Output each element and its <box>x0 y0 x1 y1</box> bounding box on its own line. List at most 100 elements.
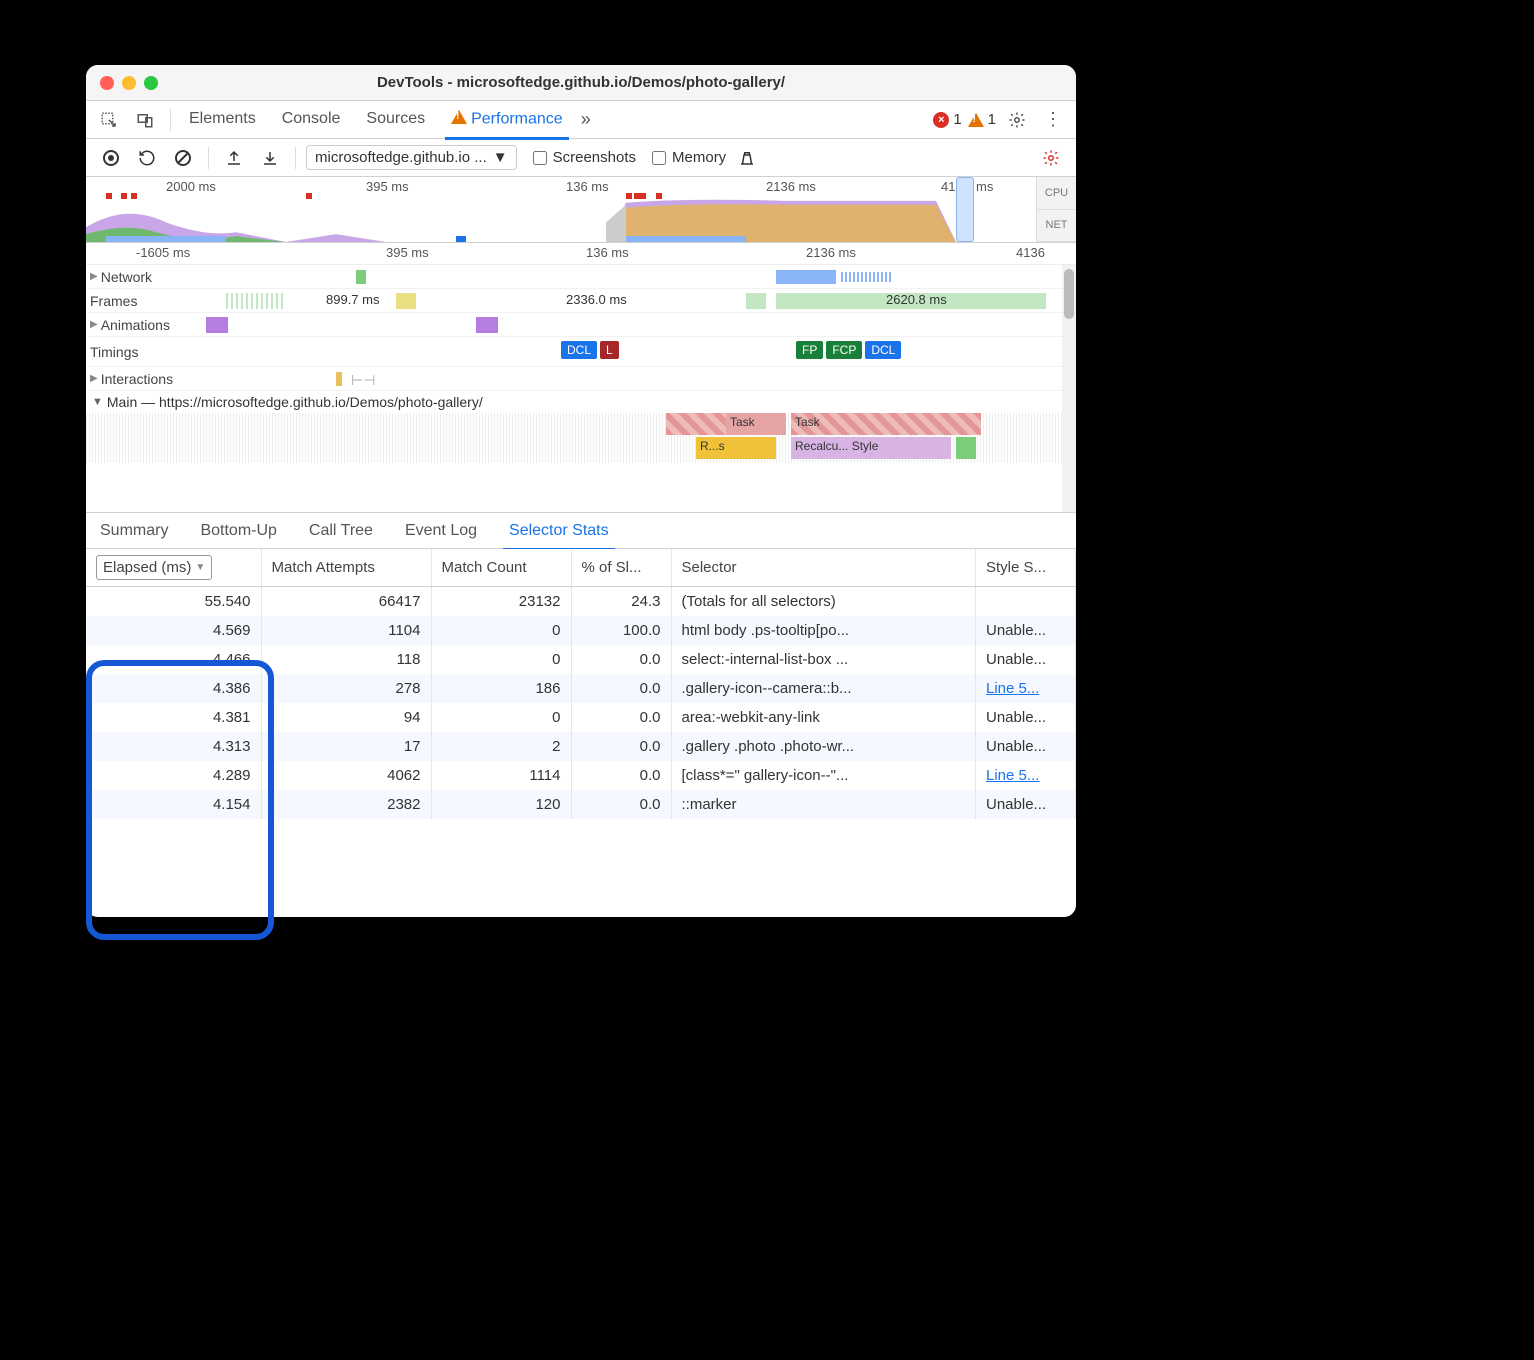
track-main-header[interactable]: ▼ Main — https://microsoftedge.github.io… <box>86 391 1076 413</box>
cell-pct: 0.0 <box>571 790 671 819</box>
cell-selector: area:-webkit-any-link <box>671 703 976 732</box>
reload-button[interactable] <box>132 143 162 173</box>
cell-selector: html body .ps-tooltip[po... <box>671 616 976 645</box>
cell-elapsed: 55.540 <box>86 587 261 617</box>
tab-event-log[interactable]: Event Log <box>403 516 479 546</box>
col-stylesheet[interactable]: Style S... <box>976 549 1076 587</box>
capture-settings-icon[interactable] <box>1036 143 1066 173</box>
window-title: DevTools - microsoftedge.github.io/Demos… <box>86 74 1076 91</box>
table-row[interactable]: 4.3131720.0.gallery .photo .photo-wr...U… <box>86 732 1076 761</box>
table-row[interactable]: 4.46611800.0select:-internal-list-box ..… <box>86 645 1076 674</box>
tab-bottom-up[interactable]: Bottom-Up <box>198 516 278 546</box>
cell-selector: select:-internal-list-box ... <box>671 645 976 674</box>
maximize-icon[interactable] <box>144 76 158 90</box>
inspect-icon[interactable] <box>94 105 124 135</box>
record-button[interactable] <box>96 143 126 173</box>
top-tabs: Elements Console Sources Performance <box>187 104 565 135</box>
devtools-window: DevTools - microsoftedge.github.io/Demos… <box>86 65 1076 917</box>
minimize-icon[interactable] <box>122 76 136 90</box>
cell-elapsed: 4.569 <box>86 616 261 645</box>
error-icon: × <box>933 112 949 128</box>
cell-stylesheet: Unable... <box>976 790 1076 819</box>
overview-handle-right[interactable] <box>956 177 974 242</box>
tracks-scrollbar[interactable] <box>1062 265 1076 512</box>
sort-desc-icon: ▼ <box>195 562 205 573</box>
tab-performance[interactable]: Performance <box>449 104 565 135</box>
collect-garbage-icon[interactable] <box>732 143 762 173</box>
cell-attempts: 4062 <box>261 761 431 790</box>
table-row[interactable]: 4.3862781860.0.gallery-icon--camera::b..… <box>86 674 1076 703</box>
disclosure-open-icon[interactable]: ▼ <box>92 396 103 408</box>
col-pct[interactable]: % of Sl... <box>571 549 671 587</box>
title-bar: DevTools - microsoftedge.github.io/Demos… <box>86 65 1076 101</box>
cell-stylesheet: Unable... <box>976 703 1076 732</box>
flame-chart[interactable]: Task Task R...s Recalcu... Style <box>86 413 1076 463</box>
cell-pct: 0.0 <box>571 732 671 761</box>
table-row[interactable]: 4.15423821200.0::markerUnable... <box>86 790 1076 819</box>
col-attempts[interactable]: Match Attempts <box>261 549 431 587</box>
track-timings[interactable]: Timings DCLL FPFCPDCL LCPL <box>86 337 1076 367</box>
flame-rs: R...s <box>696 437 776 459</box>
overview-graph <box>86 193 1036 242</box>
error-count[interactable]: × 1 <box>933 111 961 128</box>
settings-icon[interactable] <box>1002 105 1032 135</box>
cell-attempts: 94 <box>261 703 431 732</box>
cell-selector: [class*=" gallery-icon--"... <box>671 761 976 790</box>
tab-sources[interactable]: Sources <box>364 104 427 135</box>
disclosure-icon[interactable]: ▶ <box>90 271 98 282</box>
cell-stylesheet: Unable... <box>976 645 1076 674</box>
close-icon[interactable] <box>100 76 114 90</box>
overview-side-labels: CPU NET <box>1036 177 1076 242</box>
cell-stylesheet[interactable]: Line 5... <box>976 674 1076 703</box>
memory-checkbox[interactable]: Memory <box>652 149 726 166</box>
cell-attempts: 118 <box>261 645 431 674</box>
track-frames[interactable]: Frames 899.7 ms 2336.0 ms 2620.8 ms <box>86 289 1076 313</box>
tab-console[interactable]: Console <box>280 104 343 135</box>
cell-count: 0 <box>431 616 571 645</box>
clear-button[interactable] <box>168 143 198 173</box>
cell-count: 1114 <box>431 761 571 790</box>
cell-pct: 24.3 <box>571 587 671 617</box>
cell-count: 186 <box>431 674 571 703</box>
track-interactions[interactable]: ▶Interactions ⊢⊣ <box>86 367 1076 391</box>
cell-count: 23132 <box>431 587 571 617</box>
flame-chart-area[interactable]: -1605 ms 395 ms 136 ms 2136 ms 4136 ▶Net… <box>86 243 1076 513</box>
col-selector[interactable]: Selector <box>671 549 976 587</box>
col-count[interactable]: Match Count <box>431 549 571 587</box>
cell-stylesheet[interactable]: Line 5... <box>976 761 1076 790</box>
table-row[interactable]: 4.3819400.0area:-webkit-any-linkUnable..… <box>86 703 1076 732</box>
context-select-label: microsoftedge.github.io ... <box>315 149 487 166</box>
track-network[interactable]: ▶Network <box>86 265 1076 289</box>
cell-selector: .gallery-icon--camera::b... <box>671 674 976 703</box>
track-animations[interactable]: ▶Animations <box>86 313 1076 337</box>
col-elapsed[interactable]: Elapsed (ms) ▼ <box>86 549 261 587</box>
cell-count: 2 <box>431 732 571 761</box>
table-row[interactable]: 4.289406211140.0[class*=" gallery-icon--… <box>86 761 1076 790</box>
table-row[interactable]: 4.56911040100.0html body .ps-tooltip[po.… <box>86 616 1076 645</box>
disclosure-icon[interactable]: ▶ <box>90 373 98 384</box>
more-tabs-icon[interactable]: » <box>571 105 601 135</box>
context-select[interactable]: microsoftedge.github.io ... ▼ <box>306 145 517 170</box>
cell-attempts: 66417 <box>261 587 431 617</box>
overview-timeline[interactable]: 2000 ms 395 ms 136 ms 2136 ms 413 ms <box>86 177 1076 243</box>
kebab-menu-icon[interactable]: ⋮ <box>1038 105 1068 135</box>
badge-fp: FP <box>796 341 823 359</box>
cell-elapsed: 4.154 <box>86 790 261 819</box>
download-button[interactable] <box>255 143 285 173</box>
cell-attempts: 1104 <box>261 616 431 645</box>
tab-call-tree[interactable]: Call Tree <box>307 516 375 546</box>
badge-l: L <box>600 341 619 359</box>
cell-count: 0 <box>431 703 571 732</box>
table-row[interactable]: 55.540664172313224.3(Totals for all sele… <box>86 587 1076 617</box>
upload-button[interactable] <box>219 143 249 173</box>
badge-dcl-2: DCL <box>865 341 901 359</box>
warning-count[interactable]: 1 <box>968 111 996 128</box>
tab-elements[interactable]: Elements <box>187 104 258 135</box>
cell-stylesheet: Unable... <box>976 616 1076 645</box>
screenshots-checkbox[interactable]: Screenshots <box>533 149 636 166</box>
screenshots-label: Screenshots <box>553 149 636 166</box>
tab-summary[interactable]: Summary <box>98 516 170 546</box>
disclosure-icon[interactable]: ▶ <box>90 319 98 330</box>
tab-selector-stats[interactable]: Selector Stats <box>507 516 611 546</box>
device-toggle-icon[interactable] <box>130 105 160 135</box>
